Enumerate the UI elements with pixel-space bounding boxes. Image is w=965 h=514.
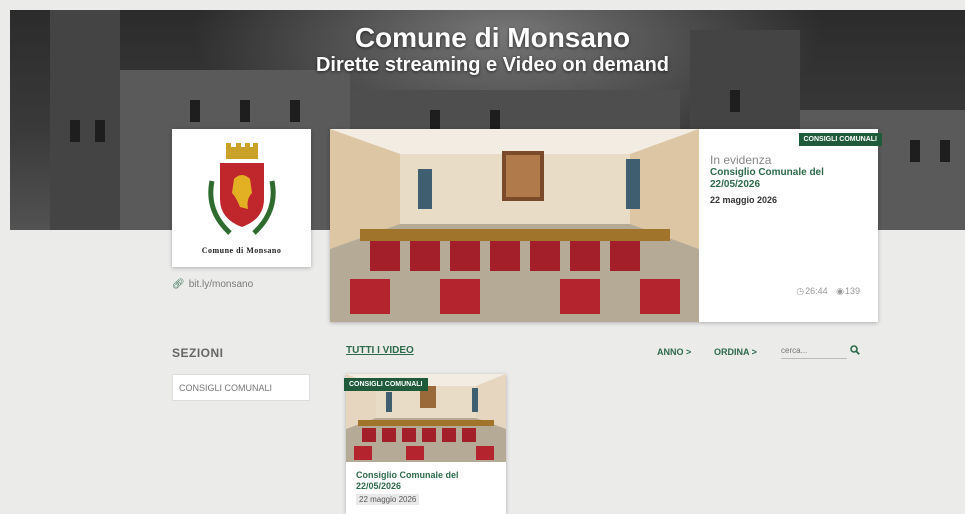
year-filter[interactable]: ANNO > <box>657 347 691 357</box>
section-item-consigli[interactable]: CONSIGLI COMUNALI <box>172 374 310 401</box>
clock-icon: ◷ <box>796 286 805 296</box>
site-subtitle: Dirette streaming e Video on demand <box>315 54 670 76</box>
duration-value: 26:44 <box>805 286 828 296</box>
featured-thumbnail[interactable] <box>330 129 699 322</box>
all-videos-link[interactable]: TUTTI I VIDEO <box>346 345 414 356</box>
video-date: 22 maggio 2026 <box>356 494 420 505</box>
coat-of-arms-icon <box>208 143 276 235</box>
sort-filter[interactable]: ORDINA > <box>714 347 757 357</box>
search-icon[interactable] <box>850 345 860 355</box>
video-title[interactable]: Consiglio Comunale del 22/05/2026 <box>356 470 496 492</box>
featured-video-card[interactable]: CONSIGLI COMUNALI In evidenza Consiglio … <box>330 129 882 322</box>
link-icon: 🔗︎ <box>172 279 185 290</box>
municipality-logo-card[interactable]: Comune di Monsano <box>172 129 311 267</box>
featured-title[interactable]: Consiglio Comunale del 22/05/2026 <box>710 167 860 191</box>
short-link-text[interactable]: bit.ly/monsano <box>189 279 253 290</box>
video-card[interactable]: CONSIGLI COMUNALI Consiglio Comunale del… <box>344 374 506 514</box>
search-input[interactable] <box>781 343 847 359</box>
featured-date: 22 maggio 2026 <box>710 195 778 205</box>
featured-info: CONSIGLI COMUNALI In evidenza Consiglio … <box>699 129 882 322</box>
category-badge[interactable]: CONSIGLI COMUNALI <box>798 133 882 146</box>
eye-icon: ◉ <box>836 286 844 296</box>
category-badge[interactable]: CONSIGLI COMUNALI <box>344 378 428 391</box>
logo-caption: Comune di Monsano <box>201 246 282 255</box>
featured-stats: ◷26:44 ◉139 <box>790 286 860 297</box>
views-value: 139 <box>844 286 860 296</box>
site-title: Comune di Monsano <box>354 22 631 53</box>
short-link[interactable]: 🔗︎ bit.ly/monsano <box>172 279 253 290</box>
sections-heading: SEZIONI <box>172 346 224 360</box>
featured-label: In evidenza <box>710 153 772 167</box>
